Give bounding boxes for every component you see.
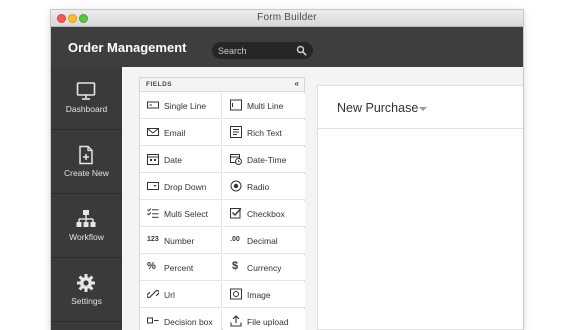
dropdown-icon: [147, 180, 159, 192]
field-currency[interactable]: $ Currency: [223, 255, 305, 281]
field-single-line[interactable]: Single Line: [140, 93, 222, 119]
app-header: Order Management: [51, 27, 523, 67]
fields-panel-header: FIELDS «: [140, 78, 304, 92]
field-label: Email: [164, 128, 186, 138]
field-percent[interactable]: % Percent: [140, 255, 222, 281]
search-input[interactable]: [218, 43, 294, 58]
new-document-icon: [76, 145, 96, 165]
field-rich-text[interactable]: Rich Text: [223, 120, 305, 146]
search-icon[interactable]: [296, 45, 307, 56]
field-checkbox[interactable]: Checkbox: [223, 201, 305, 227]
field-multi-line[interactable]: Multi Line: [223, 93, 305, 119]
form-title: New Purchase: [337, 101, 419, 115]
file-upload-icon: [230, 315, 242, 327]
checkbox-icon: [230, 207, 242, 219]
field-date-time[interactable]: Date-Time: [223, 147, 305, 173]
decision-box-icon: [147, 315, 159, 327]
field-url[interactable]: Url: [140, 282, 222, 308]
field-label: Checkbox: [247, 209, 285, 219]
field-label: Percent: [164, 263, 194, 273]
multi-select-icon: [147, 207, 159, 219]
percent-icon: %: [147, 261, 156, 272]
field-radio[interactable]: Radio: [223, 174, 305, 200]
field-date[interactable]: Date: [140, 147, 222, 173]
main-content: FIELDS « Single Line Multi Line Email Ri…: [122, 67, 523, 330]
field-label: Multi Line: [247, 101, 284, 111]
field-label: Drop Down: [164, 182, 207, 192]
number-icon: 123: [147, 236, 159, 243]
field-label: Url: [164, 290, 175, 300]
calendar-icon: [147, 153, 159, 165]
field-email[interactable]: Email: [140, 120, 222, 146]
sidebar-item-label: Dashboard: [65, 104, 108, 114]
collapse-panel-button[interactable]: «: [295, 79, 299, 88]
field-image[interactable]: Image: [223, 282, 305, 308]
field-label: File upload: [247, 317, 289, 327]
sidebar-item-label: Workflow: [69, 232, 104, 242]
workflow-icon: [76, 209, 96, 229]
sidebar-item-settings[interactable]: Settings: [51, 259, 122, 322]
app-window: Form Builder Order Management Dashb: [51, 10, 523, 330]
field-label: Multi Select: [164, 209, 208, 219]
field-number[interactable]: 123 Number: [140, 228, 222, 254]
sidebar-item-create-new[interactable]: Create New: [51, 131, 122, 194]
field-label: Radio: [247, 182, 270, 192]
gear-icon: [76, 273, 96, 293]
title-bar: Form Builder: [51, 10, 523, 27]
field-decision-box[interactable]: Decision box: [140, 309, 222, 330]
decimal-icon: .00: [230, 236, 240, 243]
fields-panel: FIELDS « Single Line Multi Line Email Ri…: [139, 77, 305, 330]
field-label: Date: [164, 155, 182, 165]
field-file-upload[interactable]: File upload: [223, 309, 305, 330]
field-label: Image: [247, 290, 271, 300]
field-drop-down[interactable]: Drop Down: [140, 174, 222, 200]
sidebar-item-workflow[interactable]: Workflow: [51, 195, 122, 258]
field-label: Decimal: [247, 236, 278, 246]
field-label: Decision box: [164, 317, 213, 327]
sidebar-item-label: Settings: [71, 296, 102, 306]
fields-panel-title: FIELDS: [146, 81, 173, 88]
search-box[interactable]: [212, 42, 313, 59]
image-icon: [230, 288, 242, 300]
sidebar-item-label: Create New: [64, 168, 109, 178]
field-label: Currency: [247, 263, 282, 273]
monitor-icon: [76, 81, 96, 101]
currency-icon: $: [232, 260, 239, 272]
chevron-down-icon[interactable]: [419, 107, 427, 111]
sidebar: Dashboard Create New Workflow Settings: [51, 67, 122, 330]
single-line-icon: [147, 99, 159, 111]
form-canvas: New Purchase: [317, 85, 523, 330]
field-decimal[interactable]: .00 Decimal: [223, 228, 305, 254]
field-label: Single Line: [164, 101, 207, 111]
field-label: Date-Time: [247, 155, 287, 165]
field-label: Rich Text: [247, 128, 282, 138]
link-icon: [147, 288, 159, 300]
email-icon: [147, 126, 159, 138]
field-multi-select[interactable]: Multi Select: [140, 201, 222, 227]
window-title: Form Builder: [257, 12, 317, 23]
multi-line-icon: [230, 99, 242, 111]
field-label: Number: [164, 236, 195, 246]
app-title: Order Management: [68, 40, 187, 55]
radio-icon: [230, 180, 242, 192]
form-selector[interactable]: New Purchase: [318, 86, 523, 129]
date-time-icon: [230, 153, 242, 165]
sidebar-item-dashboard[interactable]: Dashboard: [51, 67, 122, 130]
rich-text-icon: [230, 126, 242, 138]
